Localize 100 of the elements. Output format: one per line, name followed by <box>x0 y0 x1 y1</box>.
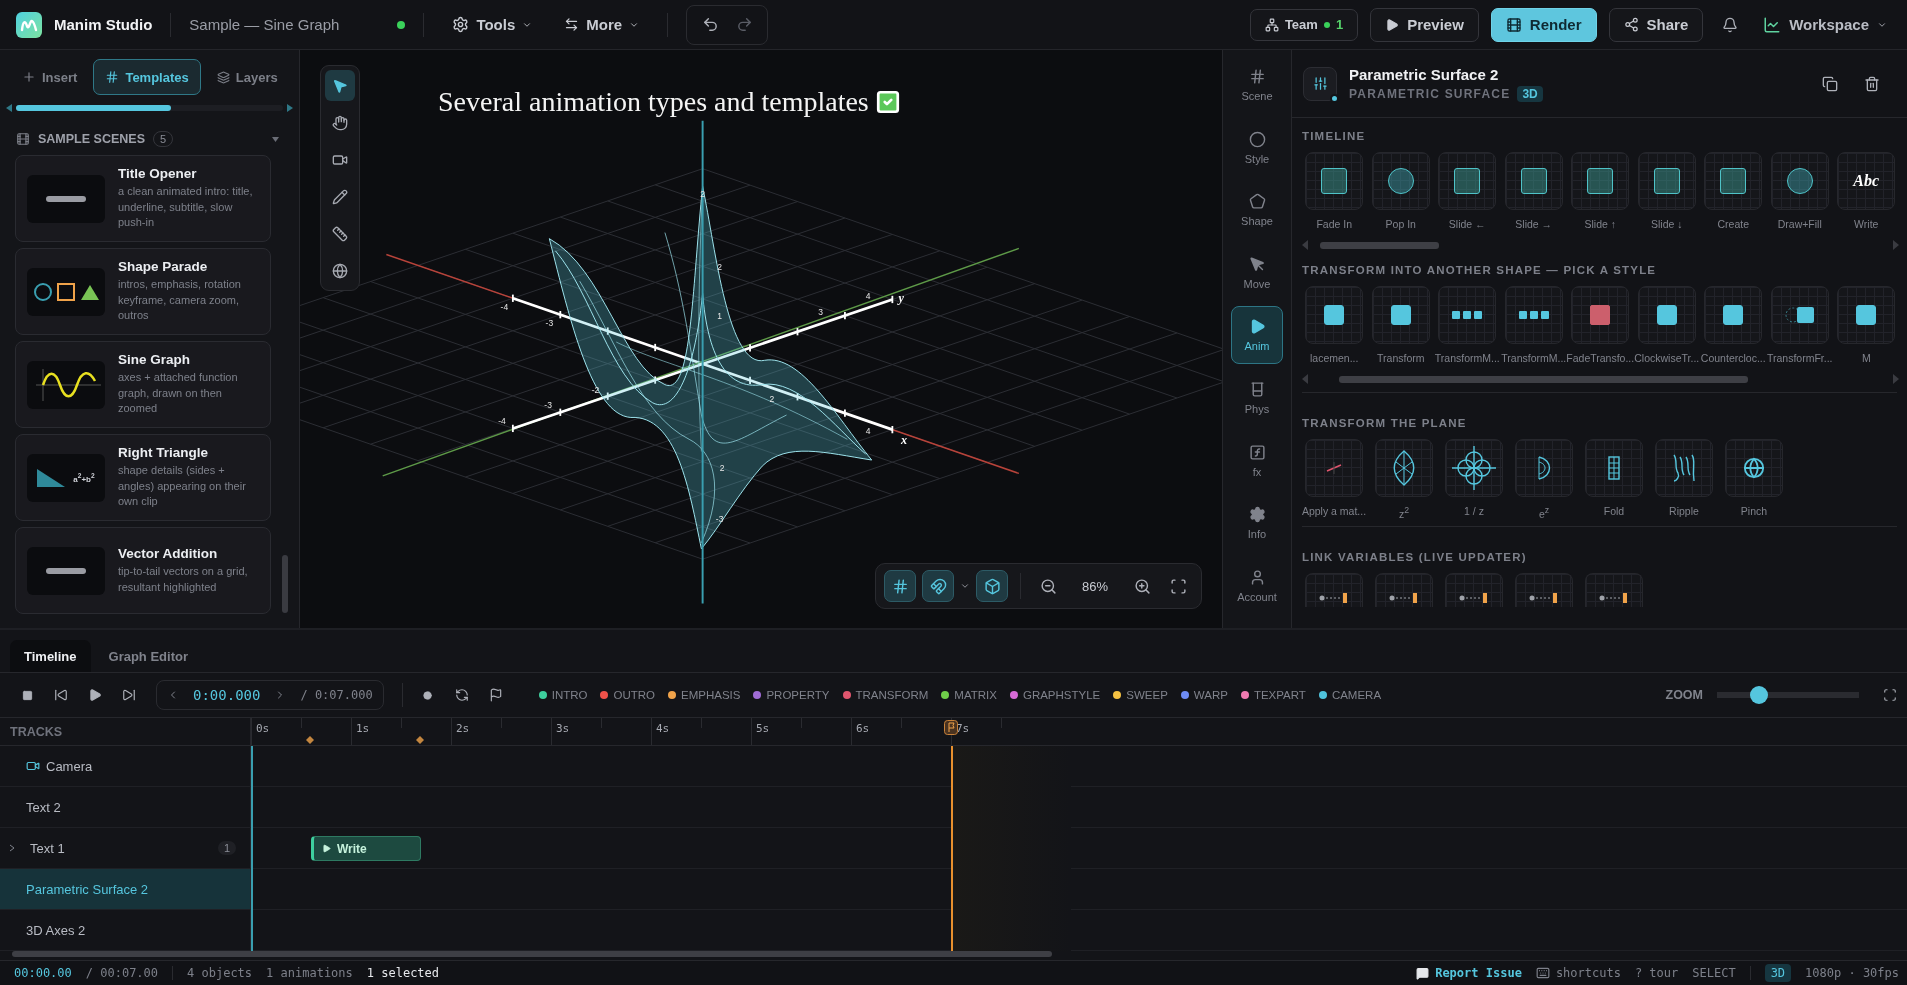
animation-tile[interactable] <box>1305 439 1363 497</box>
team-button[interactable]: Team 1 <box>1249 8 1359 41</box>
legend-item: OUTRO <box>600 689 655 701</box>
report-issue-link[interactable]: Report Issue <box>1435 966 1522 980</box>
animation-tile[interactable] <box>1375 439 1433 497</box>
animation-tile[interactable] <box>1585 572 1643 607</box>
rail-tab[interactable]: Phys <box>1231 368 1283 427</box>
animation-tile[interactable] <box>1704 286 1763 344</box>
animation-tile[interactable] <box>1704 152 1763 210</box>
animation-clip[interactable]: Write <box>311 836 421 861</box>
half-circle-icon <box>1537 456 1551 480</box>
animation-tile[interactable] <box>1770 286 1829 344</box>
tile-label: Fold <box>1603 505 1625 517</box>
menu-button[interactable]: More <box>554 10 650 39</box>
animation-tile[interactable] <box>1305 572 1363 607</box>
status-stat: 1 animations <box>266 966 353 980</box>
animation-tile[interactable]: Abc <box>1837 152 1896 210</box>
rail-tab[interactable]: Style <box>1231 118 1283 177</box>
animation-tile[interactable] <box>1655 439 1713 497</box>
panel-tab[interactable]: Templates <box>93 59 201 95</box>
ruler-label: 5s <box>756 722 770 735</box>
menu-button[interactable]: Tools <box>442 10 543 39</box>
render-button[interactable]: Render <box>1490 7 1597 42</box>
tick-label: -2 <box>591 385 600 396</box>
rail-tab[interactable]: fx <box>1231 431 1283 490</box>
ruler-label: 4s <box>656 722 670 735</box>
rail-tab[interactable]: Account <box>1231 556 1283 615</box>
rail-tab[interactable]: Shape <box>1231 181 1283 240</box>
tile-label: Slide → <box>1515 218 1553 230</box>
pentagon-icon <box>1248 193 1266 211</box>
caret-icon[interactable] <box>960 581 970 591</box>
timeline-tab[interactable]: Timeline <box>10 640 91 672</box>
animation-tile[interactable] <box>1515 439 1573 497</box>
end-marker-icon[interactable] <box>944 720 958 735</box>
keyframe-icon[interactable] <box>306 736 314 744</box>
fit-icon[interactable] <box>1883 688 1897 702</box>
scene-title: Sine Graph <box>118 351 191 367</box>
toggle-button[interactable] <box>884 570 916 602</box>
scroll-left-icon[interactable] <box>6 104 12 112</box>
animation-tile[interactable] <box>1445 572 1503 607</box>
axis-label: x <box>900 433 907 448</box>
square-icon <box>1520 168 1547 194</box>
play-icon <box>1385 17 1400 32</box>
record-icon <box>423 690 433 700</box>
toggle-button[interactable] <box>922 570 954 602</box>
rail-tab[interactable]: Scene <box>1231 56 1283 114</box>
zoom-in-icon <box>1133 577 1151 595</box>
shortcuts-link[interactable]: shortcuts <box>1555 966 1621 980</box>
track-row[interactable]: Parametric Surface 2 <box>0 869 251 910</box>
scene-heading: Several animation types and templates <box>438 86 869 118</box>
preview-button[interactable]: Preview <box>1370 7 1479 42</box>
animation-tile[interactable] <box>1571 286 1630 344</box>
animation-tile[interactable] <box>1725 439 1783 497</box>
scene-card[interactable]: Vector Addition tip-to-tail vectors on a grid, resultant highlighted <box>15 527 271 614</box>
rail-tab[interactable]: Anim <box>1231 306 1283 365</box>
animation-tile[interactable] <box>1515 572 1573 607</box>
scene-card[interactable]: Shape Parade intros, emphasis, rotation keyframe, camera zoom, outros <box>15 248 271 335</box>
animation-tile[interactable] <box>1305 152 1364 210</box>
animation-tile[interactable] <box>1637 286 1696 344</box>
animation-tile[interactable] <box>1770 152 1829 210</box>
expand-caret-icon[interactable] <box>8 844 16 852</box>
scene-card[interactable]: a$^{2}$+b$^{2}$ Right Triangle shape details (sides + angles) appearing on their own clip <box>15 434 271 521</box>
tour-link[interactable]: ? tour <box>1634 966 1679 980</box>
animation-tile[interactable] <box>1438 286 1497 344</box>
globe-icon <box>332 262 348 279</box>
animation-tile[interactable] <box>1445 439 1503 497</box>
scene-card[interactable]: Title Opener a clean animated intro: title, underline, subtitle, slow push-in <box>15 155 271 242</box>
scene-card[interactable]: Sine Graph axes + attached function graph, drawn on then zoomed <box>15 341 271 428</box>
axis-label: y <box>898 290 904 305</box>
tile-label: Slide ← <box>1448 218 1486 230</box>
time-field[interactable]: 0:00.000 / 0:07.000 <box>156 680 384 710</box>
panel-tab[interactable]: Insert <box>10 59 90 95</box>
timeline-tab[interactable]: Graph Editor <box>94 640 202 672</box>
animation-tile[interactable] <box>1585 439 1643 497</box>
share-button[interactable]: Share <box>1608 7 1704 42</box>
legend-item: TEXPART <box>1240 689 1306 701</box>
caret-icon[interactable] <box>272 136 279 142</box>
app-name: Manim Studio <box>54 16 153 33</box>
animation-tile[interactable] <box>1504 286 1563 344</box>
animation-tile[interactable] <box>1837 286 1896 344</box>
keyframe-icon[interactable] <box>416 736 424 744</box>
panel-tab[interactable]: Layers <box>204 59 290 95</box>
animation-tile[interactable] <box>1375 572 1433 607</box>
share-icon <box>1623 17 1639 32</box>
zoom-out-icon <box>1039 577 1057 595</box>
animation-tile[interactable] <box>1571 152 1630 210</box>
rail-tab[interactable]: Info <box>1231 494 1283 553</box>
animation-tile[interactable] <box>1371 152 1430 210</box>
animation-tile[interactable] <box>1637 152 1696 210</box>
gear-icon <box>1248 506 1266 524</box>
toggle-button[interactable] <box>976 570 1008 602</box>
scroll-right-icon[interactable] <box>287 104 293 112</box>
animation-tile[interactable] <box>1504 152 1563 210</box>
rail-tab[interactable]: Move <box>1231 243 1283 302</box>
animation-tile[interactable] <box>1305 286 1364 344</box>
slider-thumb[interactable] <box>1750 686 1769 704</box>
tool-button[interactable] <box>325 70 355 101</box>
animation-tile[interactable] <box>1438 152 1497 210</box>
workspace-menu[interactable]: Workspace <box>1757 14 1893 35</box>
animation-tile[interactable] <box>1371 286 1430 344</box>
